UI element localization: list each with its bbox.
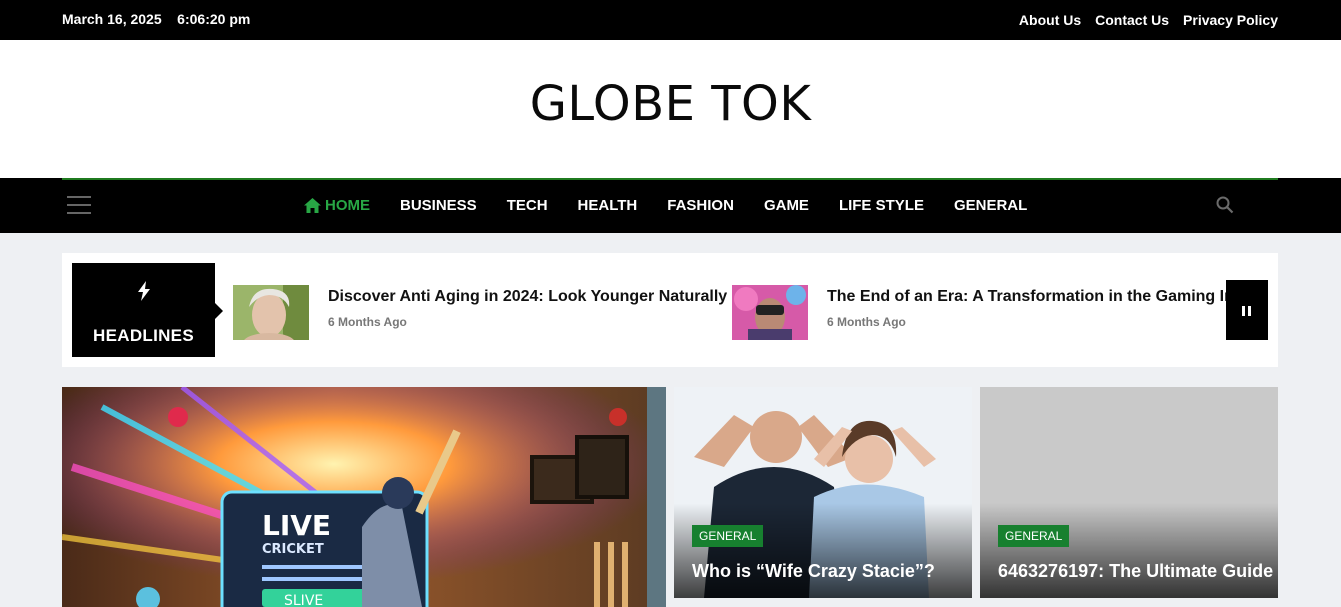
main-nav: HOME BUSINESS TECH HEALTH FASHION GAME L… [0, 178, 1341, 233]
headline-thumbnail [233, 285, 309, 340]
headlines-label-box: HEADLINES [72, 263, 223, 357]
nav-item-general[interactable]: GENERAL [954, 197, 1027, 214]
headline-item[interactable]: The End of an Era: A Transformation in t… [732, 285, 1226, 340]
nav-item-label: HOME [325, 197, 370, 214]
headline-title[interactable]: The End of an Era: A Transformation in t… [827, 288, 1226, 306]
nav-item-label: HEALTH [577, 197, 638, 214]
card-overlay [674, 503, 972, 598]
nav-menu: HOME BUSINESS TECH HEALTH FASHION GAME L… [304, 197, 1027, 214]
category-badge[interactable]: GENERAL [692, 525, 764, 547]
nav-item-label: GAME [763, 197, 809, 214]
site-logo[interactable]: GLOBE TOK [0, 76, 1341, 132]
about-us-link[interactable]: About Us [1019, 12, 1081, 28]
image-text-cricket: CRICKET [262, 542, 324, 557]
card-title[interactable]: 6463276197: The Ultimate Guide [998, 561, 1273, 582]
featured-card[interactable]: GENERAL 6463276197: The Ultimate Guide [980, 387, 1278, 598]
nav-item-game[interactable]: GAME [764, 197, 809, 214]
nav-item-label: FASHION [667, 197, 734, 214]
lightning-icon [72, 281, 215, 307]
top-bar: March 16, 2025 6:06:20 pm About Us Conta… [0, 0, 1341, 40]
image-text-live: LIVE [262, 509, 331, 542]
search-icon[interactable] [1216, 196, 1234, 214]
card-title[interactable]: Who is “Wife Crazy Stacie”? [692, 561, 935, 582]
headlines-ticker: HEADLINES Discover Anti Aging in 2024: L… [62, 253, 1278, 367]
nav-item-life-style[interactable]: LIFE STYLE [839, 197, 924, 214]
site-header: GLOBE TOK [0, 40, 1341, 178]
category-badge[interactable]: GENERAL [998, 525, 1070, 547]
nav-item-label: LIFE STYLE [838, 197, 924, 214]
headline-time: 6 Months Ago [328, 315, 407, 329]
headline-time: 6 Months Ago [827, 315, 906, 329]
headlines-label: HEADLINES [93, 326, 194, 345]
nav-item-label: GENERAL [953, 197, 1028, 214]
image-text-slive: SLIVE [284, 593, 323, 607]
date-time: March 16, 2025 6:06:20 pm [62, 11, 251, 27]
featured-main-card[interactable]: LIVE CRICKET SLIVE [62, 387, 666, 607]
contact-us-link[interactable]: Contact Us [1095, 12, 1169, 28]
nav-accent-line [62, 178, 1278, 180]
headline-title[interactable]: Discover Anti Aging in 2024: Look Younge… [328, 288, 727, 306]
headline-item[interactable]: Discover Anti Aging in 2024: Look Younge… [233, 285, 727, 340]
nav-item-label: BUSINESS [400, 197, 477, 214]
home-icon [304, 198, 321, 213]
headline-thumbnail [732, 285, 808, 340]
nav-item-health[interactable]: HEALTH [578, 197, 638, 214]
privacy-policy-link[interactable]: Privacy Policy [1183, 12, 1278, 28]
pause-icon-bar [1248, 306, 1251, 316]
featured-main-image: LIVE CRICKET SLIVE [62, 387, 666, 607]
nav-item-tech[interactable]: TECH [507, 197, 548, 214]
featured-card[interactable]: GENERAL Who is “Wife Crazy Stacie”? [674, 387, 972, 598]
card-overlay [980, 503, 1278, 598]
hamburger-icon[interactable] [67, 196, 91, 214]
headlines-track: Discover Anti Aging in 2024: Look Younge… [233, 285, 1226, 340]
pause-icon [1242, 306, 1245, 316]
nav-item-fashion[interactable]: FASHION [667, 197, 734, 214]
nav-item-label: TECH [506, 197, 548, 214]
nav-item-home[interactable]: HOME [304, 197, 370, 214]
nav-item-business[interactable]: BUSINESS [400, 197, 477, 214]
top-links: About Us Contact Us Privacy Policy [1019, 12, 1278, 28]
pause-button[interactable] [1226, 280, 1268, 340]
